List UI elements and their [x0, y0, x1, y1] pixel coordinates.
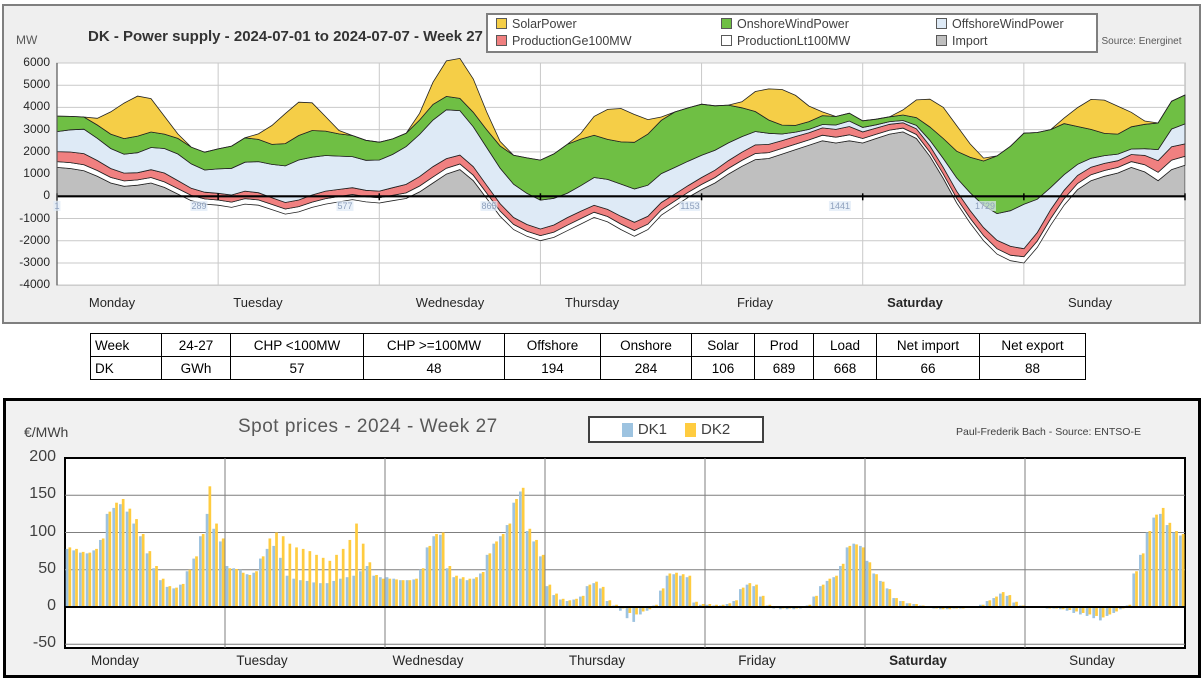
power-day-label: Tuesday — [233, 295, 282, 310]
power-x-inner-label: 1 — [53, 201, 60, 211]
table-cell: 48 — [364, 357, 505, 380]
legend-label: OffshoreWindPower — [952, 17, 1064, 31]
table-header-cell: CHP >=100MW — [364, 334, 505, 357]
legend-item-solarpower: SolarPower — [496, 17, 721, 31]
spot-day-label: Monday — [91, 653, 139, 668]
legend-label: Import — [952, 34, 987, 48]
power-y-axis-unit: MW — [16, 33, 37, 47]
table-header-cell: Offshore — [505, 334, 601, 357]
power-y-tick-label: -3000 — [4, 255, 50, 269]
spot-day-label: Tuesday — [236, 653, 287, 668]
spot-y-tick-label: 0 — [4, 597, 56, 615]
power-y-tick-label: 6000 — [4, 55, 50, 69]
energy-summary-table: Week24-27CHP <100MWCHP >=100MWOffshoreOn… — [90, 333, 1086, 380]
dashboard: { "power_panel": { "unit_label": "MW", "… — [0, 0, 1204, 680]
legend-item-offshorewindpower: OffshoreWindPower — [936, 17, 1096, 31]
legend-label: DK1 — [638, 421, 667, 438]
legend-item-import: Import — [936, 34, 1096, 48]
legend-item-productionge100mw: ProductionGe100MW — [496, 34, 721, 48]
spot-day-label: Friday — [738, 653, 776, 668]
table-cell: GWh — [162, 357, 231, 380]
spot-y-tick-label: 200 — [4, 448, 56, 466]
legend-label: ProductionGe100MW — [512, 34, 632, 48]
legend-item-productionlt100mw: ProductionLt100MW — [721, 34, 936, 48]
table-header-cell: 24-27 — [162, 334, 231, 357]
spot-day-label: Thursday — [569, 653, 625, 668]
productionge100mw-swatch-icon — [496, 35, 507, 46]
power-y-tick-label: -1000 — [4, 211, 50, 225]
table-cell: 88 — [980, 357, 1086, 380]
table-cell: DK — [91, 357, 162, 380]
power-y-tick-label: -4000 — [4, 277, 50, 291]
power-legend: SolarPower OnshoreWindPower OffshoreWindPo… — [486, 13, 1098, 53]
power-y-tick-label: 1000 — [4, 166, 50, 180]
table-header-cell: Week — [91, 334, 162, 357]
table-cell: 66 — [877, 357, 980, 380]
power-y-tick-label: 2000 — [4, 144, 50, 158]
dk1-swatch-icon — [622, 423, 633, 437]
spot-day-label: Wednesday — [392, 653, 463, 668]
table-cell: 194 — [505, 357, 601, 380]
spot-y-tick-label: 100 — [4, 523, 56, 541]
spot-legend: DK1 DK2 — [588, 416, 764, 443]
legend-item-onshorewindpower: OnshoreWindPower — [721, 17, 936, 31]
power-x-inner-label: 289 — [190, 201, 207, 211]
power-y-tick-label: 0 — [4, 188, 50, 202]
spot-chart-title: Spot prices - 2024 - Week 27 — [238, 416, 498, 438]
table-cell: 284 — [601, 357, 692, 380]
power-y-tick-label: 4000 — [4, 99, 50, 113]
power-day-label: Wednesday — [416, 295, 484, 310]
table-cell: 106 — [692, 357, 755, 380]
table-data-row: DKGWh57481942841066896686688 — [91, 357, 1086, 380]
power-x-inner-label: 1153 — [679, 201, 700, 211]
power-day-label: Thursday — [565, 295, 619, 310]
spot-y-tick-label: 150 — [4, 485, 56, 503]
table-cell: 689 — [755, 357, 814, 380]
legend-label: OnshoreWindPower — [737, 17, 849, 31]
power-y-tick-label: 5000 — [4, 77, 50, 91]
legend-label: SolarPower — [512, 17, 577, 31]
spot-day-label: Saturday — [889, 653, 947, 668]
table-header-cell: Net import — [877, 334, 980, 357]
power-x-inner-label: 1441 — [829, 201, 851, 211]
legend-label: DK2 — [701, 421, 730, 438]
power-day-label: Monday — [89, 295, 135, 310]
offshorewindpower-swatch-icon — [936, 18, 947, 29]
table-header-cell: Net export — [980, 334, 1086, 357]
table-header-cell: Solar — [692, 334, 755, 357]
legend-item-dk2: DK2 — [685, 421, 730, 438]
table-header-cell: Onshore — [601, 334, 692, 357]
table-header-cell: Load — [814, 334, 877, 357]
spot-y-axis-unit: €/MWh — [24, 424, 68, 440]
power-x-inner-label: 865 — [480, 201, 497, 211]
power-x-inner-label: 1729 — [974, 201, 996, 211]
solarpower-swatch-icon — [496, 18, 507, 29]
productionlt100mw-swatch-icon — [721, 35, 732, 46]
table-cell: 668 — [814, 357, 877, 380]
legend-item-dk1: DK1 — [622, 421, 667, 438]
spot-day-label: Sunday — [1069, 653, 1115, 668]
power-y-tick-label: 3000 — [4, 122, 50, 136]
onshorewindpower-swatch-icon — [721, 18, 732, 29]
table-header-row: Week24-27CHP <100MWCHP >=100MWOffshoreOn… — [91, 334, 1086, 357]
power-chart-title: DK - Power supply - 2024-07-01 to 2024-0… — [88, 28, 483, 45]
power-day-label: Friday — [737, 295, 773, 310]
legend-label: ProductionLt100MW — [737, 34, 850, 48]
table-cell: 57 — [231, 357, 364, 380]
spot-y-tick-label: -50 — [4, 634, 56, 652]
power-x-inner-label: 577 — [336, 201, 353, 211]
spot-attribution: Paul-Frederik Bach - Source: ENTSO-E — [956, 426, 1141, 438]
spot-y-tick-label: 50 — [4, 560, 56, 578]
table-header-cell: Prod — [755, 334, 814, 357]
power-day-label: Sunday — [1068, 295, 1112, 310]
dk2-swatch-icon — [685, 423, 696, 437]
table-header-cell: CHP <100MW — [231, 334, 364, 357]
power-day-label: Saturday — [887, 295, 943, 310]
import-swatch-icon — [936, 35, 947, 46]
power-y-tick-label: -2000 — [4, 233, 50, 247]
